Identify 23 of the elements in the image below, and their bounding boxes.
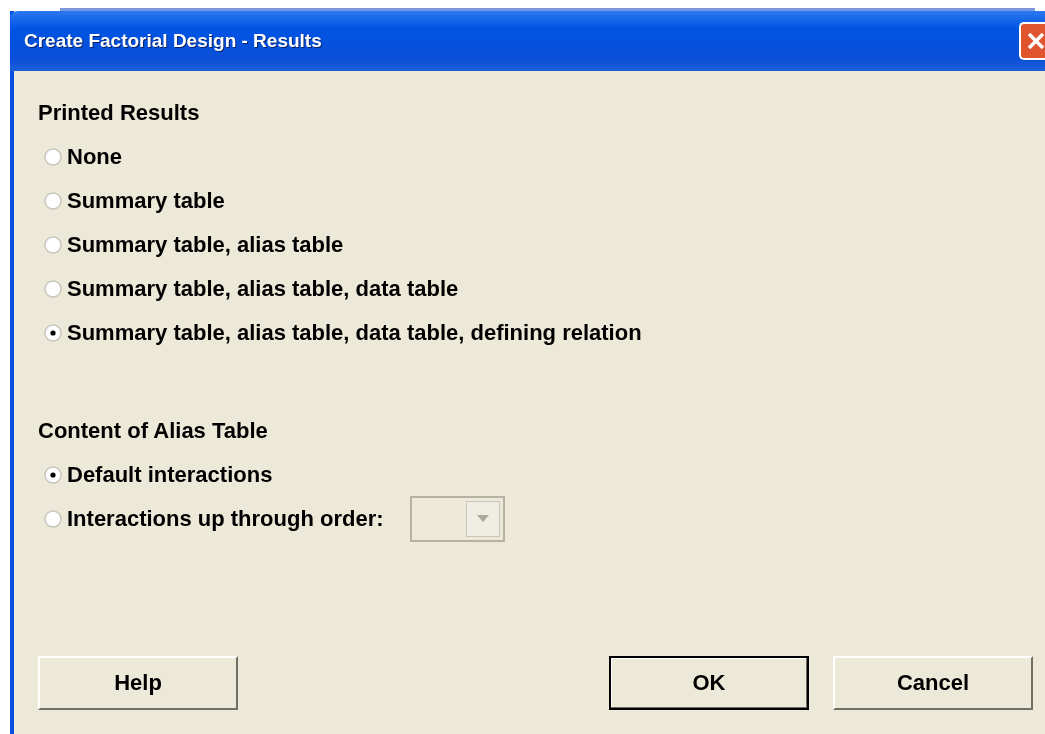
- radio-button[interactable]: [44, 510, 62, 528]
- close-icon: [1027, 30, 1045, 52]
- radio-label[interactable]: Default interactions: [62, 462, 273, 488]
- radio-label[interactable]: Interactions up through order:: [62, 506, 384, 532]
- dropdown-arrow-icon: [476, 515, 489, 523]
- radio-label[interactable]: Summary table, alias table, data table, defining relation: [62, 320, 642, 346]
- radio-label[interactable]: Summary table, alias table: [62, 232, 344, 258]
- radio-label[interactable]: Summary table, alias table, data table: [62, 276, 459, 302]
- radio-label[interactable]: Summary table: [62, 188, 225, 214]
- radio-button[interactable]: [44, 280, 62, 298]
- close-button[interactable]: [1019, 22, 1045, 60]
- radio-button[interactable]: [44, 324, 62, 342]
- dialog-button[interactable]: Help: [38, 656, 238, 710]
- radio-button[interactable]: [44, 236, 62, 254]
- radio-button[interactable]: [44, 148, 62, 166]
- radio-button[interactable]: [44, 466, 62, 484]
- section-heading: Content of Alias Table: [38, 417, 269, 445]
- dialog-button[interactable]: OK: [609, 656, 809, 710]
- radio-label[interactable]: None: [62, 144, 122, 170]
- radio-button[interactable]: [44, 192, 62, 210]
- dialog-button[interactable]: Cancel: [833, 656, 1033, 710]
- section-heading: Printed Results: [38, 99, 201, 127]
- window-title: Create Factorial Design - Results: [24, 30, 322, 52]
